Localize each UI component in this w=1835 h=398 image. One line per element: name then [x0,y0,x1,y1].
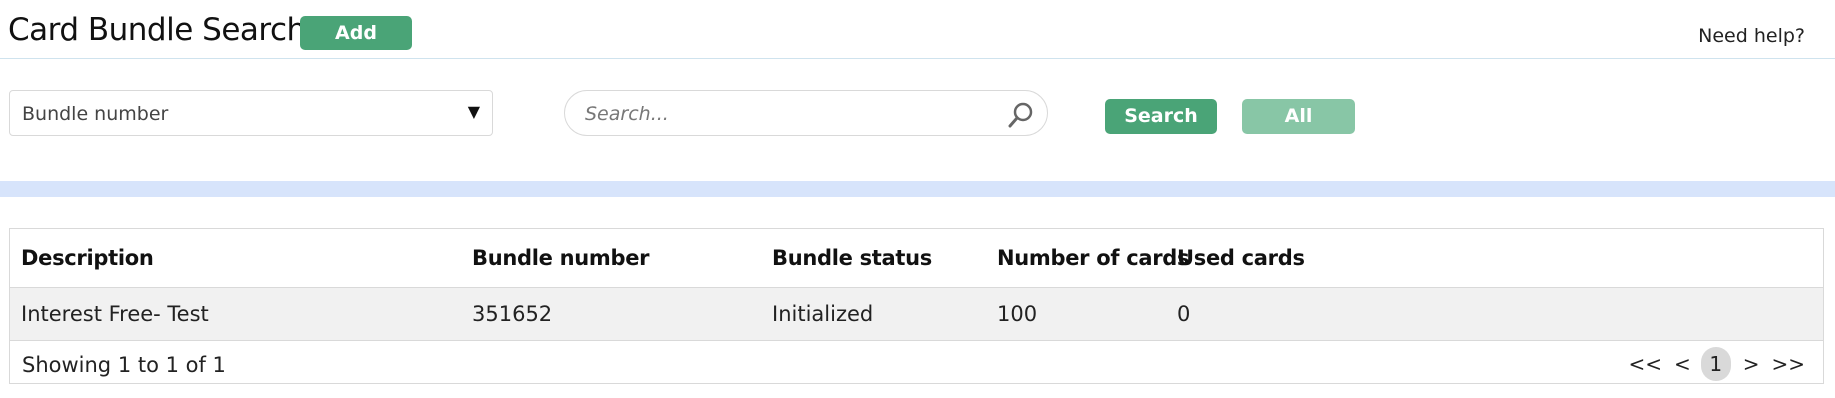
first-page-button[interactable]: << [1628,352,1662,376]
table-row[interactable]: Interest Free- Test 351652 Initialized 1… [10,288,1823,341]
add-button[interactable]: Add [300,16,412,50]
page-title: Card Bundle Search [8,12,306,48]
search-box [564,90,1048,136]
table-header-row: Description Bundle number Bundle status … [10,229,1823,288]
help-link[interactable]: Need help? [1698,25,1805,47]
next-page-button[interactable]: > [1743,352,1760,376]
column-header-bundle-status[interactable]: Bundle status [772,246,932,270]
results-count: Showing 1 to 1 of 1 [22,353,226,377]
page-header: Card Bundle Search Add Need help? [0,0,1835,59]
filter-field-select[interactable]: Bundle number ▼ [9,90,493,136]
results-table: Description Bundle number Bundle status … [9,228,1824,384]
search-button[interactable]: Search [1105,99,1217,134]
cell-used-cards: 0 [1177,302,1191,326]
cell-number-of-cards: 100 [997,302,1038,326]
last-page-button[interactable]: >> [1771,352,1805,376]
section-divider [0,181,1835,197]
pagination: << < 1 > >> [1616,347,1805,381]
column-header-number-of-cards[interactable]: Number of cards [997,246,1190,270]
column-header-bundle-number[interactable]: Bundle number [472,246,650,270]
filter-field-value: Bundle number [22,103,169,125]
column-header-used-cards[interactable]: Used cards [1177,246,1305,270]
column-header-description[interactable]: Description [21,246,154,270]
search-input[interactable] [583,99,987,129]
search-icon[interactable] [1007,101,1035,129]
table-footer: Showing 1 to 1 of 1 << < 1 > >> [10,341,1823,385]
cell-description: Interest Free- Test [21,302,209,326]
all-button[interactable]: All [1242,99,1355,134]
cell-bundle-number: 351652 [472,302,553,326]
prev-page-button[interactable]: < [1674,352,1691,376]
current-page-button[interactable]: 1 [1700,347,1731,381]
chevron-down-icon: ▼ [467,102,480,121]
cell-bundle-status: Initialized [772,302,874,326]
